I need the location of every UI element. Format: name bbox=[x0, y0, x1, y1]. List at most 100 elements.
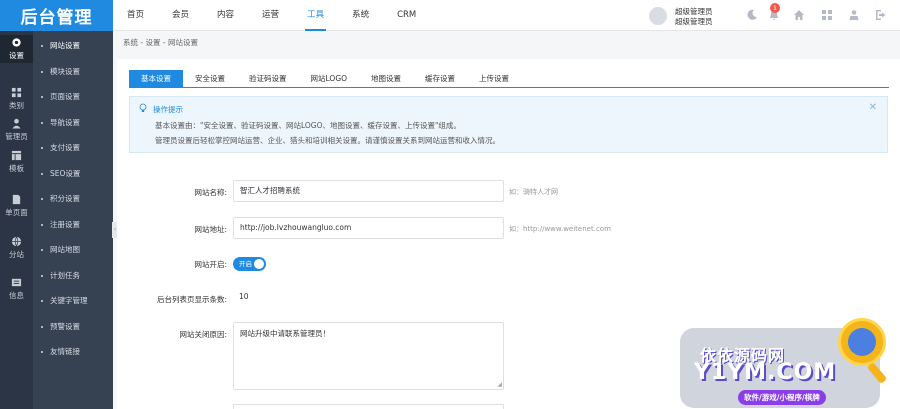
subnav-page-settings[interactable]: 页面设置 bbox=[33, 84, 113, 109]
list-count-input[interactable]: 10 bbox=[233, 287, 390, 309]
sidebar-item-template[interactable]: 模板 bbox=[0, 148, 33, 176]
subnav-payment-settings[interactable]: 支付设置 bbox=[33, 135, 113, 160]
topnav-home[interactable]: 首页 bbox=[113, 0, 158, 31]
topnav-system[interactable]: 系统 bbox=[338, 0, 383, 31]
site-name-hint: 如：骑特人才网 bbox=[509, 188, 558, 196]
tab-basic-settings[interactable]: 基本设置 bbox=[129, 70, 183, 87]
sidebar-item-message[interactable]: 信息 bbox=[0, 275, 33, 303]
moon-icon[interactable] bbox=[745, 8, 759, 22]
notification-badge: 1 bbox=[770, 3, 780, 13]
sidebar-item-category[interactable]: 类别 bbox=[0, 85, 33, 113]
close-reason-textarea[interactable]: 网站升级中请联系管理员！ ◢ bbox=[233, 322, 504, 390]
tab-cache-settings[interactable]: 缓存设置 bbox=[413, 70, 467, 87]
close-reason-text: 网站升级中请联系管理员！ bbox=[240, 329, 330, 338]
template-icon bbox=[11, 150, 22, 161]
subnav-module-settings[interactable]: 模块设置 bbox=[33, 59, 113, 84]
person-icon[interactable] bbox=[847, 8, 861, 22]
tab-underline bbox=[129, 87, 889, 88]
sidebar-item-admin[interactable]: 管理员 bbox=[0, 116, 33, 144]
list-count-label: 后台列表页显示条数: bbox=[156, 295, 227, 304]
subnav-site-settings[interactable]: 网站设置 bbox=[33, 33, 113, 58]
subnav-scheduled-tasks[interactable]: 计划任务 bbox=[33, 263, 113, 288]
site-url-hint: 如：http://www.weitenet.com bbox=[509, 225, 611, 233]
tips-box: 操作提示 基本设置由："安全设置、验证码设置、网站LOGO、地图设置、缓存设置、… bbox=[129, 96, 888, 153]
subnav-label: 网站地图 bbox=[50, 245, 80, 254]
subnav-label: 网站设置 bbox=[50, 41, 80, 50]
site-open-toggle[interactable]: 开启 bbox=[233, 257, 266, 271]
subnav-nav-settings[interactable]: 导航设置 bbox=[33, 110, 113, 135]
sidebar-item-label: 类别 bbox=[9, 101, 24, 110]
resize-handle-icon[interactable]: ◢ bbox=[497, 381, 502, 388]
close-icon[interactable]: ✕ bbox=[869, 102, 877, 113]
tips-text: 管理员设置后轻松掌控网站运营、企业、猎头和培训相关设置。请谨慎设置关系到网站运营… bbox=[155, 136, 500, 145]
admin-icon bbox=[12, 118, 21, 129]
site-open-label: 网站开启: bbox=[194, 260, 227, 269]
watermark-en: Y1YM.COM bbox=[694, 360, 837, 385]
subnav-friend-links[interactable]: 友情链接 bbox=[33, 339, 113, 364]
subnav-alert-settings[interactable]: 预警设置 bbox=[33, 314, 113, 339]
sidebar-item-label: 管理员 bbox=[5, 132, 28, 141]
sidebar-item-label: 单页面 bbox=[5, 208, 28, 217]
sidebar-item-label: 信息 bbox=[9, 291, 24, 300]
site-url-input[interactable]: http://job.lvzhouwangluo.com bbox=[233, 217, 504, 239]
top-bar: 后台管理 首页 会员 内容 运营 工具 系统 CRM 超级管理员 超级管理员 ▾… bbox=[0, 0, 900, 31]
subnav-label: 导航设置 bbox=[50, 118, 80, 127]
subnav-points-settings[interactable]: 积分设置 bbox=[33, 186, 113, 211]
sidebar-item-settings[interactable]: 设置 bbox=[0, 35, 33, 63]
message-icon bbox=[11, 278, 22, 287]
user-role: 超级管理员 bbox=[675, 17, 713, 26]
tips-title: 操作提示 bbox=[153, 105, 183, 114]
page-icon bbox=[12, 194, 21, 205]
subnav-label: 模块设置 bbox=[50, 67, 80, 76]
topnav-content[interactable]: 内容 bbox=[203, 0, 248, 31]
tab-map-settings[interactable]: 地图设置 bbox=[359, 70, 413, 87]
sidebar-item-substation[interactable]: 分站 bbox=[0, 234, 33, 262]
subnav-label: 关键字管理 bbox=[50, 296, 88, 305]
subnav-label: 友情链接 bbox=[50, 347, 80, 356]
logout-icon[interactable] bbox=[874, 8, 888, 22]
subnav-label: 页面设置 bbox=[50, 92, 80, 101]
user-menu[interactable]: 超级管理员 超级管理员 ▾ bbox=[649, 5, 759, 27]
subnav-keyword-management[interactable]: 关键字管理 bbox=[33, 288, 113, 313]
subnav-sitemap[interactable]: 网站地图 bbox=[33, 237, 113, 262]
next-field-input[interactable] bbox=[233, 404, 504, 409]
subnav-seo-settings[interactable]: SEO设置 bbox=[33, 161, 113, 186]
tab-security-settings[interactable]: 安全设置 bbox=[183, 70, 237, 87]
lightbulb-icon bbox=[139, 103, 147, 112]
watermark-logo: 依依源码网 Y1YM.COM 软件/游戏/小程序/棋牌 bbox=[668, 310, 900, 409]
subnav-register-settings[interactable]: 注册设置 bbox=[33, 212, 113, 237]
substation-icon bbox=[11, 236, 22, 247]
sidebar-item-label: 分站 bbox=[9, 250, 24, 259]
tab-captcha-settings[interactable]: 验证码设置 bbox=[237, 70, 299, 87]
subnav-label: 支付设置 bbox=[50, 143, 80, 152]
topnav-operation[interactable]: 运营 bbox=[248, 0, 293, 31]
app-logo[interactable]: 后台管理 bbox=[0, 0, 113, 31]
subnav-label: 计划任务 bbox=[50, 271, 80, 280]
magnifier-icon bbox=[838, 318, 886, 366]
home-icon[interactable] bbox=[792, 8, 806, 22]
tab-upload-settings[interactable]: 上传设置 bbox=[467, 70, 521, 87]
tips-text: 基本设置由："安全设置、验证码设置、网站LOGO、地图设置、缓存设置、上传设置"… bbox=[155, 121, 461, 130]
gear-icon bbox=[12, 38, 21, 47]
top-nav: 首页 会员 内容 运营 工具 系统 CRM bbox=[113, 0, 430, 31]
sidebar-item-label: 设置 bbox=[9, 51, 24, 60]
close-reason-label: 网站关闭原因: bbox=[179, 330, 227, 339]
topnav-crm[interactable]: CRM bbox=[383, 0, 430, 31]
sidebar-item-single-page[interactable]: 单页面 bbox=[0, 192, 33, 220]
site-name-input[interactable]: 智汇人才招聘系统 bbox=[233, 180, 504, 202]
category-icon bbox=[11, 87, 22, 98]
grid-icon[interactable] bbox=[820, 8, 834, 22]
topnav-member[interactable]: 会员 bbox=[158, 0, 203, 31]
toggle-knob bbox=[254, 259, 264, 269]
tab-site-logo[interactable]: 网站LOGO bbox=[299, 70, 360, 87]
subnav-label: 积分设置 bbox=[50, 194, 80, 203]
subnav-label: SEO设置 bbox=[50, 169, 81, 178]
site-name-label: 网站名称: bbox=[194, 188, 227, 197]
topnav-tools[interactable]: 工具 bbox=[293, 0, 338, 31]
settings-tabs: 基本设置 安全设置 验证码设置 网站LOGO 地图设置 缓存设置 上传设置 bbox=[129, 70, 521, 87]
primary-sidebar: 设置 类别 管理员 模板 单页面 分站 信息 bbox=[0, 31, 33, 409]
subnav-label: 注册设置 bbox=[50, 220, 80, 229]
breadcrumb: 系统 - 设置 - 网站设置 bbox=[123, 38, 198, 47]
sidebar-item-label: 模板 bbox=[9, 164, 24, 173]
watermark-tag: 软件/游戏/小程序/棋牌 bbox=[738, 390, 826, 405]
